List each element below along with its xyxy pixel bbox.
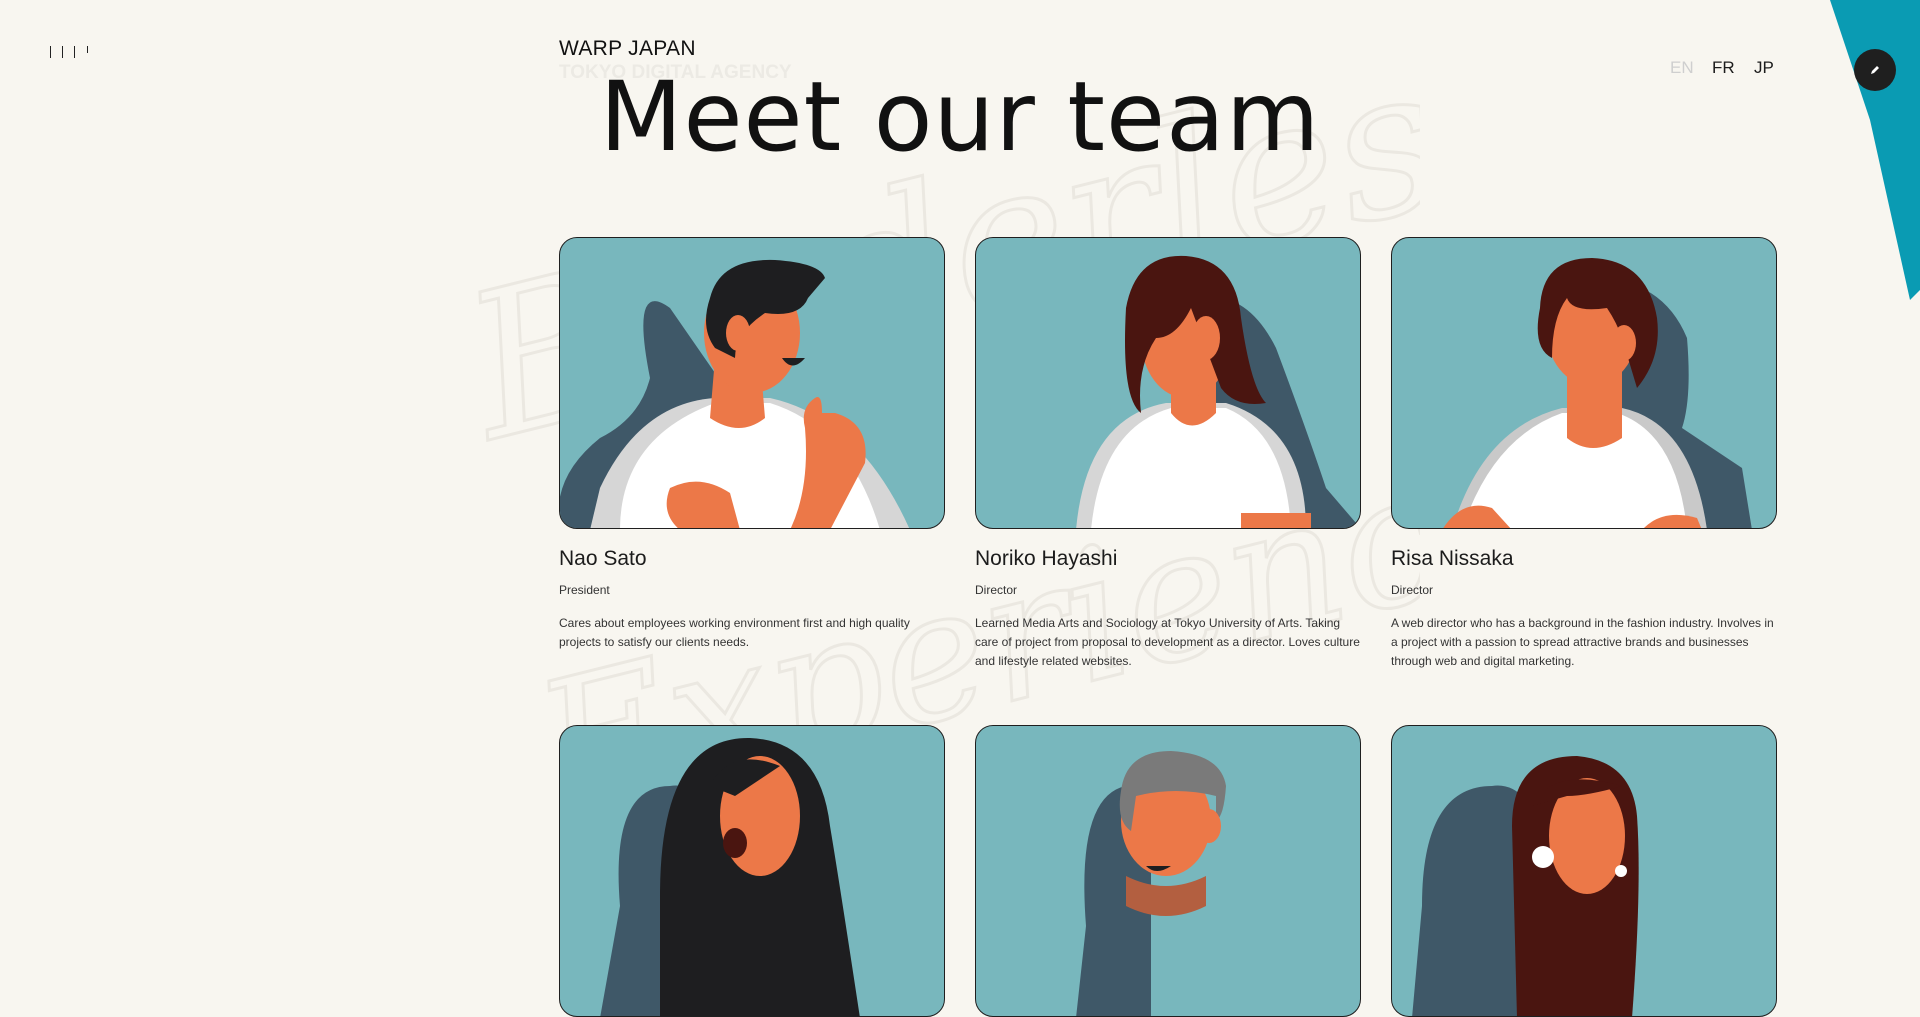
lang-en-link[interactable]: EN <box>1670 58 1694 78</box>
brand-name: WARP JAPAN <box>559 37 696 60</box>
member-photo <box>975 725 1361 1017</box>
team-card[interactable] <box>1391 725 1777 1017</box>
member-name: Nao Sato <box>559 547 647 570</box>
lang-jp-link[interactable]: JP <box>1754 58 1774 78</box>
member-name: Risa Nissaka <box>1391 547 1514 570</box>
team-card[interactable]: Risa Nissaka Director A web director who… <box>1391 237 1777 671</box>
member-photo <box>559 725 945 1017</box>
accent-stripe <box>1830 0 1920 300</box>
team-card[interactable]: Nao Sato President Cares about employees… <box>559 237 945 652</box>
menu-toggle-icon[interactable] <box>50 46 90 60</box>
edit-button[interactable] <box>1854 49 1896 91</box>
member-role: President <box>559 583 610 597</box>
member-bio: Cares about employees working environmen… <box>559 616 910 649</box>
member-role: Director <box>1391 583 1434 597</box>
member-bio: A web director who has a background in t… <box>1391 616 1774 668</box>
lang-fr-link[interactable]: FR <box>1712 58 1735 78</box>
member-bio: Learned Media Arts and Sociology at Toky… <box>975 616 1360 668</box>
team-card[interactable] <box>975 725 1361 1017</box>
member-name: Noriko Hayashi <box>975 547 1118 570</box>
team-card[interactable] <box>559 725 945 1017</box>
member-photo <box>1391 725 1777 1017</box>
page-title: Meet our team <box>599 61 1321 173</box>
pencil-icon <box>1871 66 1879 74</box>
member-photo <box>1391 237 1777 529</box>
team-card[interactable]: Noriko Hayashi Director Learned Media Ar… <box>975 237 1361 671</box>
member-photo <box>975 237 1361 529</box>
member-photo <box>559 237 945 529</box>
member-role: Director <box>975 583 1018 597</box>
